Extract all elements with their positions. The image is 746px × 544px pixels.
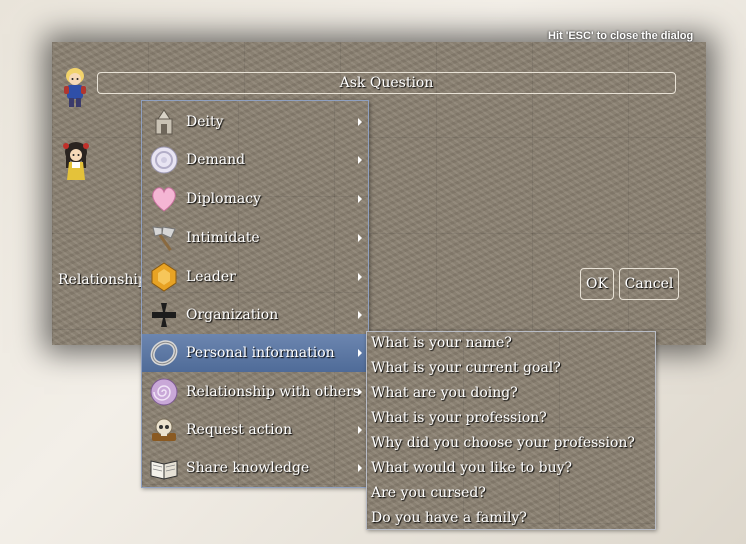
menu-item-label: Intimidate [186,230,260,246]
menu-item-request-action[interactable]: Request action [142,411,368,449]
submenu-item[interactable]: What would you like to buy? [371,457,572,482]
menu-item-label: Relationship with others [186,384,361,400]
menu-item-leader[interactable]: Leader [142,258,368,296]
menu-item-label: Diplomacy [186,191,261,207]
submenu-item[interactable]: What is your name? [371,332,512,357]
menu-item-relationship-with-others[interactable]: Relationship with others [142,373,368,411]
spiral-icon [149,377,179,407]
book-icon [149,453,179,483]
ok-button[interactable]: OK [580,268,614,300]
menu-item-demand[interactable]: Demand [142,141,368,179]
submenu-item[interactable]: What are you doing? [371,382,518,407]
player-portrait [59,66,91,110]
skull-icon [149,415,179,445]
swirl-orb-icon [149,145,179,175]
chevron-right-icon [358,464,362,472]
chevron-right-icon [358,426,362,434]
menu-item-label: Leader [186,269,236,285]
chevron-right-icon [358,388,362,396]
menu-item-label: Organization [186,307,279,323]
menu-item-share-knowledge[interactable]: Share knowledge [142,449,368,487]
menu-item-personal-information[interactable]: Personal information [142,334,368,372]
chevron-right-icon [358,349,362,357]
menu-item-label: Personal information [186,345,335,361]
submenu-item[interactable]: Are you cursed? [371,482,486,507]
submenu-item[interactable]: What is your current goal? [371,357,561,382]
menu-item-label: Demand [186,152,246,168]
submenu-item[interactable]: Do you have a family? [371,507,527,532]
esc-hint: Hit 'ESC' to close the dialog [548,30,694,42]
chevron-right-icon [358,273,362,281]
chevron-right-icon [358,195,362,203]
chevron-right-icon [358,118,362,126]
question-category-menu: Deity Demand Diplomacy Intimidate Leader [141,100,369,488]
menu-item-label: Request action [186,422,293,438]
menu-item-intimidate[interactable]: Intimidate [142,219,368,257]
submenu-item[interactable]: Why did you choose your profession? [371,432,635,457]
menu-item-diplomacy[interactable]: Diplomacy [142,180,368,218]
menu-item-label: Deity [186,114,224,130]
submenu-item[interactable]: What is your profession? [371,407,547,432]
ask-question-bar[interactable]: Ask Question [97,72,676,94]
menu-item-organization[interactable]: Organization [142,296,368,334]
chevron-right-icon [358,311,362,319]
npc-portrait [60,140,92,184]
menu-item-deity[interactable]: Deity [142,103,368,141]
chevron-right-icon [358,234,362,242]
relationship-label: Relationship [58,272,147,288]
heart-icon [149,184,179,214]
chevron-right-icon [358,156,362,164]
axe-icon [149,223,179,253]
ring-icon [149,338,179,368]
iron-cross-icon [149,300,179,330]
personal-information-submenu: What is your name? What is your current … [366,331,656,530]
cancel-button[interactable]: Cancel [619,268,679,300]
menu-item-label: Share knowledge [186,460,310,476]
amber-gem-icon [149,262,179,292]
shrine-icon [149,107,179,137]
